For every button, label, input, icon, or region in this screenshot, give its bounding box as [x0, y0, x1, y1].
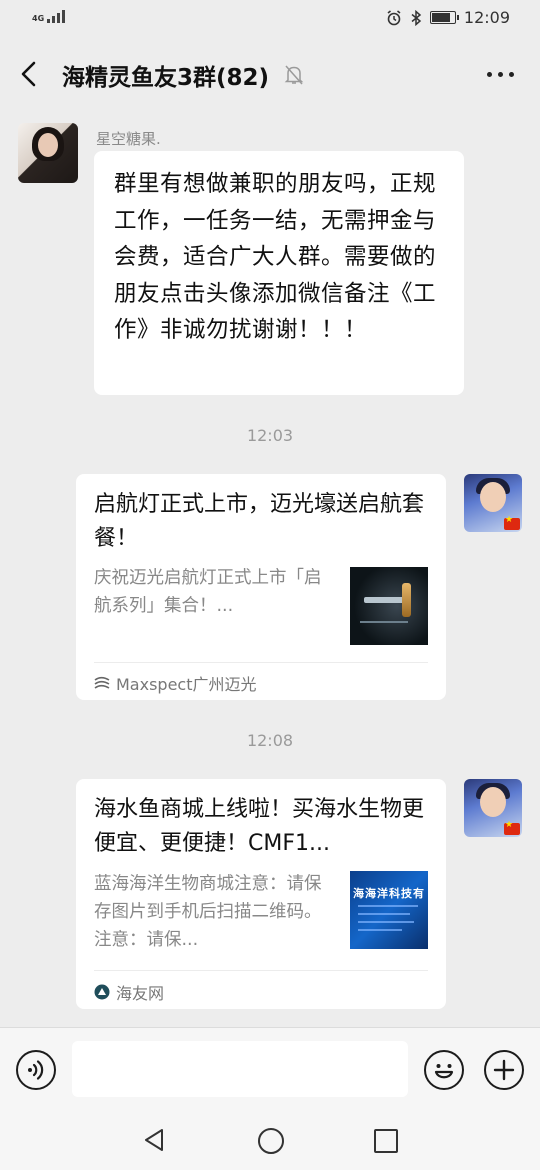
card-divider	[94, 662, 428, 663]
status-icons: 12:09	[386, 8, 510, 27]
link-card-description: 蓝海海洋生物商城注意：请保存图片到手机后扫描二维码。注意：请保...	[94, 874, 322, 950]
link-card[interactable]: 海水鱼商城上线啦！买海水生物更便宜、更便捷！CMF1... 蓝海海洋生物商城注意…	[76, 779, 446, 1009]
chat-title[interactable]: 海精灵鱼友3群(82)	[62, 58, 269, 92]
more-dots-icon[interactable]	[487, 72, 514, 77]
back-arrow-icon[interactable]	[18, 60, 42, 88]
message-input[interactable]	[72, 1041, 408, 1097]
message-timestamp: 12:03	[246, 426, 294, 445]
message-timestamp: 12:08	[246, 731, 294, 750]
nav-home-icon[interactable]	[258, 1128, 284, 1154]
alarm-icon	[387, 9, 401, 25]
voice-icon[interactable]	[16, 1050, 56, 1090]
maxspect-logo-icon	[94, 676, 110, 689]
sender-name: 星空糖果.	[96, 130, 161, 148]
link-card-thumbnail: 海海洋科技有	[350, 871, 428, 949]
signal-bars-icon	[47, 10, 66, 23]
input-bar	[0, 1027, 540, 1110]
thumbnail-text: 海海洋科技有	[353, 887, 425, 900]
source-name: 海友网	[116, 984, 165, 1003]
clock-time: 12:09	[463, 8, 510, 27]
network-type: 4G	[32, 14, 45, 23]
sender-avatar[interactable]	[18, 123, 78, 183]
self-avatar[interactable]	[464, 779, 522, 837]
message-text: 群里有想做兼职的朋友吗，正规工作，一任务一结，无需押金与会费，适合广大人群。需要…	[114, 171, 437, 343]
self-avatar[interactable]	[464, 474, 522, 532]
signal-indicator: 4G	[32, 10, 66, 23]
haiyou-logo-icon	[94, 984, 110, 1000]
source-name: Maxspect广州迈光	[116, 675, 257, 694]
battery-icon	[429, 11, 459, 24]
card-divider	[94, 970, 428, 971]
link-card-source: Maxspect广州迈光	[94, 671, 257, 695]
nav-recent-icon[interactable]	[374, 1129, 398, 1153]
link-card-title: 启航灯正式上市，迈光壕送启航套餐！	[94, 492, 425, 551]
text-message-bubble[interactable]: 群里有想做兼职的朋友吗，正规工作，一任务一结，无需押金与会费，适合广大人群。需要…	[94, 151, 464, 395]
chat-header: 海精灵鱼友3群(82)	[0, 38, 540, 110]
status-bar: 4G 12:09	[0, 0, 540, 38]
emoji-icon[interactable]	[424, 1050, 464, 1090]
plus-icon[interactable]	[484, 1050, 524, 1090]
link-card-title: 海水鱼商城上线啦！买海水生物更便宜、更便捷！CMF1...	[94, 797, 425, 856]
system-nav-bar	[0, 1109, 540, 1170]
link-card-description: 庆祝迈光启航灯正式上市「启航系列」集合！...	[94, 568, 322, 616]
mute-bell-icon	[284, 65, 304, 85]
link-card-source: 海友网	[94, 980, 164, 1004]
link-card-thumbnail	[350, 567, 428, 645]
nav-back-icon[interactable]	[143, 1128, 165, 1152]
bluetooth-icon	[411, 9, 422, 26]
link-card[interactable]: 启航灯正式上市，迈光壕送启航套餐！ 庆祝迈光启航灯正式上市「启航系列」集合！..…	[76, 474, 446, 700]
